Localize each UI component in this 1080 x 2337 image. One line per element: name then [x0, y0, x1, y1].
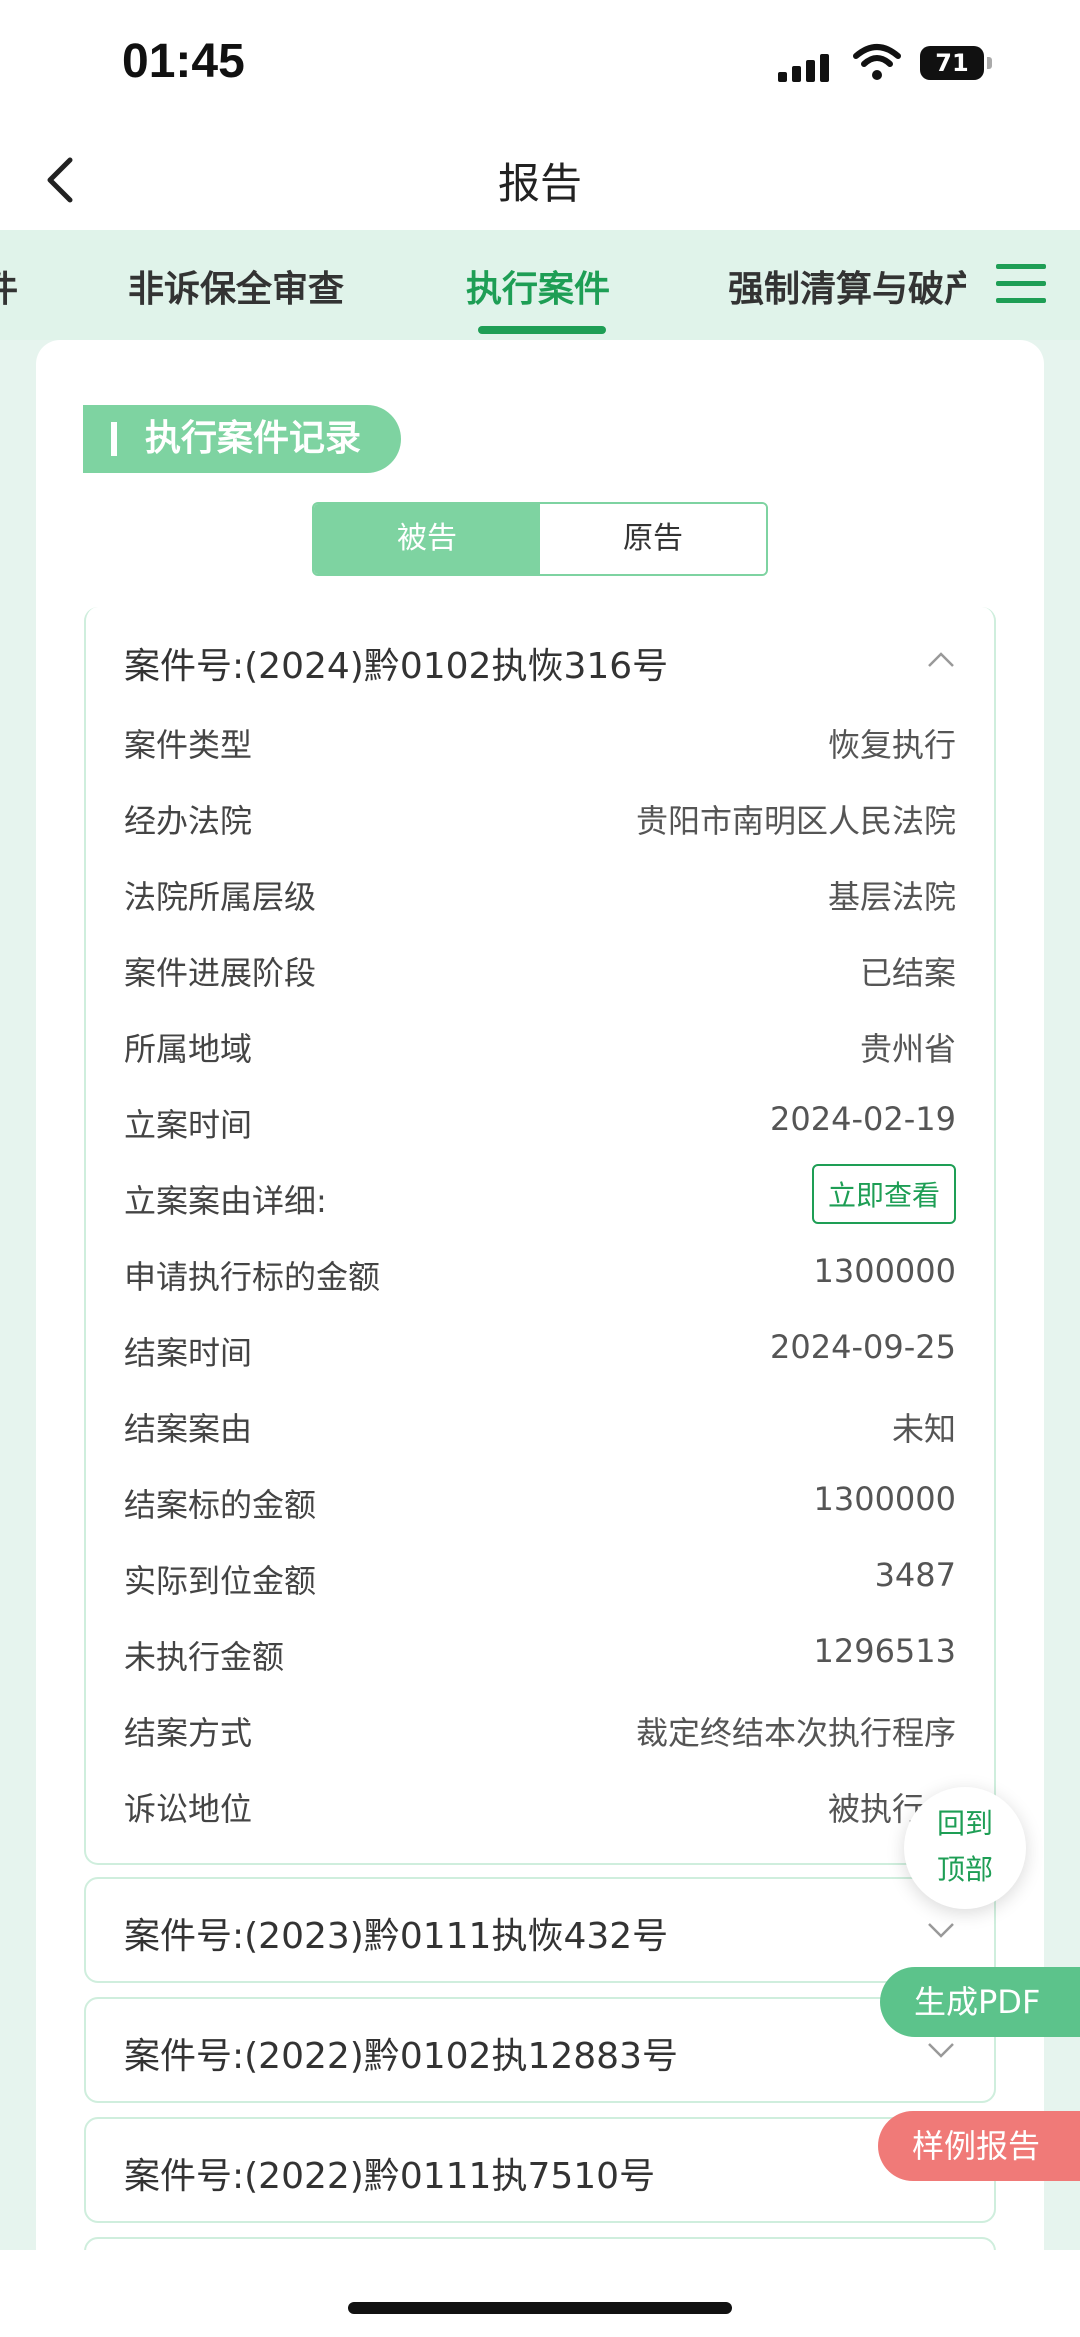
case-row: 经办法院 贵阳市南明区人民法院	[124, 796, 956, 846]
section-title: 执行案件记录	[83, 405, 401, 473]
row-value: 2024-09-25	[770, 1328, 956, 1366]
case-card-expanded: 案件号:(2024)黔0102执恢316号 案件类型 恢复执行 经办法院 贵阳市南明…	[84, 607, 996, 1865]
case-row: 结案案由 未知	[124, 1404, 956, 1454]
chevron-down-icon[interactable]	[926, 1915, 956, 1945]
view-now-button[interactable]: 立即查看	[811, 1164, 956, 1224]
battery-icon: 71	[920, 46, 992, 80]
row-label: 案件类型	[124, 726, 253, 764]
row-value: 1300000	[813, 1252, 956, 1290]
page-title: 报告	[497, 159, 582, 208]
case-row: 实际到位金额 3487	[124, 1556, 956, 1606]
wifi-icon	[853, 44, 901, 80]
row-label: 结案标的金额	[124, 1486, 317, 1524]
tab-non-litigation[interactable]: 非诉保全审查	[128, 260, 344, 312]
case-card[interactable]: 案件号:(2022)黔0102执12883号	[84, 1997, 996, 2103]
tab-execution-cases[interactable]: 执行案件	[466, 260, 610, 312]
cellular-signal-icon	[778, 48, 838, 82]
status-time: 01:45	[122, 35, 245, 88]
back-to-top-line2: 顶部	[936, 1853, 993, 1886]
tab-partial[interactable]: 件	[0, 260, 18, 312]
case-row: 未执行金额 1296513	[124, 1632, 956, 1682]
row-value: 恢复执行	[827, 726, 956, 764]
home-indicator[interactable]	[348, 2302, 732, 2314]
case-title[interactable]: 案件号:(2024)黔0102执恢316号	[124, 637, 668, 689]
menu-icon[interactable]	[996, 264, 1046, 304]
row-label: 结案案由	[124, 1410, 253, 1448]
row-value: 未知	[891, 1410, 956, 1448]
nav-bar: 报告	[0, 130, 1080, 230]
chevron-down-icon[interactable]	[926, 2035, 956, 2065]
row-label: 经办法院	[124, 802, 253, 840]
case-title: 案件号:(2022)黔0102执12883号	[124, 2036, 678, 2077]
row-value: 1300000	[813, 1480, 956, 1518]
case-card[interactable]: 案件号:(2023)黔0111执恢432号	[84, 1877, 996, 1983]
back-to-top-button[interactable]: 回到 顶部	[904, 1787, 1026, 1909]
battery-level: 71	[935, 49, 969, 77]
row-value: 3487	[874, 1556, 956, 1594]
row-value: 1296513	[813, 1632, 956, 1670]
segment-defendant[interactable]: 被告	[314, 504, 540, 574]
case-row: 申请执行标的金额 1300000	[124, 1252, 956, 1302]
case-row: 结案标的金额 1300000	[124, 1480, 956, 1530]
row-value: 裁定终结本次执行程序	[635, 1714, 956, 1752]
generate-pdf-button[interactable]: 生成PDF	[880, 1967, 1080, 2037]
row-value: 基层法院	[827, 878, 956, 916]
status-bar: 01:45 71	[0, 0, 1080, 130]
row-label: 立案案由详细:	[124, 1182, 327, 1220]
case-card[interactable]: 案件号:(2022)黔0111执7510号	[84, 2117, 996, 2223]
tab-liquidation[interactable]: 强制清算与破产	[728, 260, 966, 312]
row-value: 贵阳市南明区人民法院	[635, 802, 956, 840]
case-row: 立案案由详细: 立即查看	[124, 1164, 956, 1226]
row-label: 申请执行标的金额	[124, 1258, 381, 1296]
row-label: 所属地域	[124, 1030, 253, 1068]
row-label: 法院所属层级	[124, 878, 317, 916]
row-value: 已结案	[859, 954, 956, 992]
row-label: 诉讼地位	[124, 1790, 253, 1828]
tab-indicator	[478, 326, 606, 334]
row-label: 立案时间	[124, 1106, 253, 1144]
case-row: 立案时间 2024-02-19	[124, 1100, 956, 1150]
case-row: 结案方式 裁定终结本次执行程序	[124, 1708, 956, 1758]
case-row: 所属地域 贵州省	[124, 1024, 956, 1074]
case-row: 案件进展阶段 已结案	[124, 948, 956, 998]
row-value: 2024-02-19	[770, 1100, 956, 1138]
role-segmented-control: 被告 原告	[312, 502, 768, 576]
back-to-top-line1: 回到	[936, 1807, 993, 1840]
sample-report-button[interactable]: 样例报告	[878, 2111, 1080, 2181]
row-label: 案件进展阶段	[124, 954, 317, 992]
row-label: 未执行金额	[124, 1638, 285, 1676]
case-row: 诉讼地位 被执行人	[124, 1784, 956, 1834]
row-value: 贵州省	[859, 1030, 956, 1068]
case-title: 案件号:(2023)黔0111执恢432号	[124, 1916, 669, 1957]
bottom-safe-area	[0, 2250, 1080, 2337]
category-tabs: 件 非诉保全审查 执行案件 强制清算与破产	[0, 230, 1080, 340]
row-label: 结案时间	[124, 1334, 253, 1372]
case-row: 法院所属层级 基层法院	[124, 872, 956, 922]
segment-plaintiff[interactable]: 原告	[540, 504, 766, 574]
row-label: 实际到位金额	[124, 1562, 317, 1600]
chevron-up-icon[interactable]	[926, 645, 956, 675]
case-row: 案件类型 恢复执行	[124, 720, 956, 770]
case-row: 结案时间 2024-09-25	[124, 1328, 956, 1378]
row-label: 结案方式	[124, 1714, 253, 1752]
case-title: 案件号:(2022)黔0111执7510号	[124, 2156, 656, 2197]
